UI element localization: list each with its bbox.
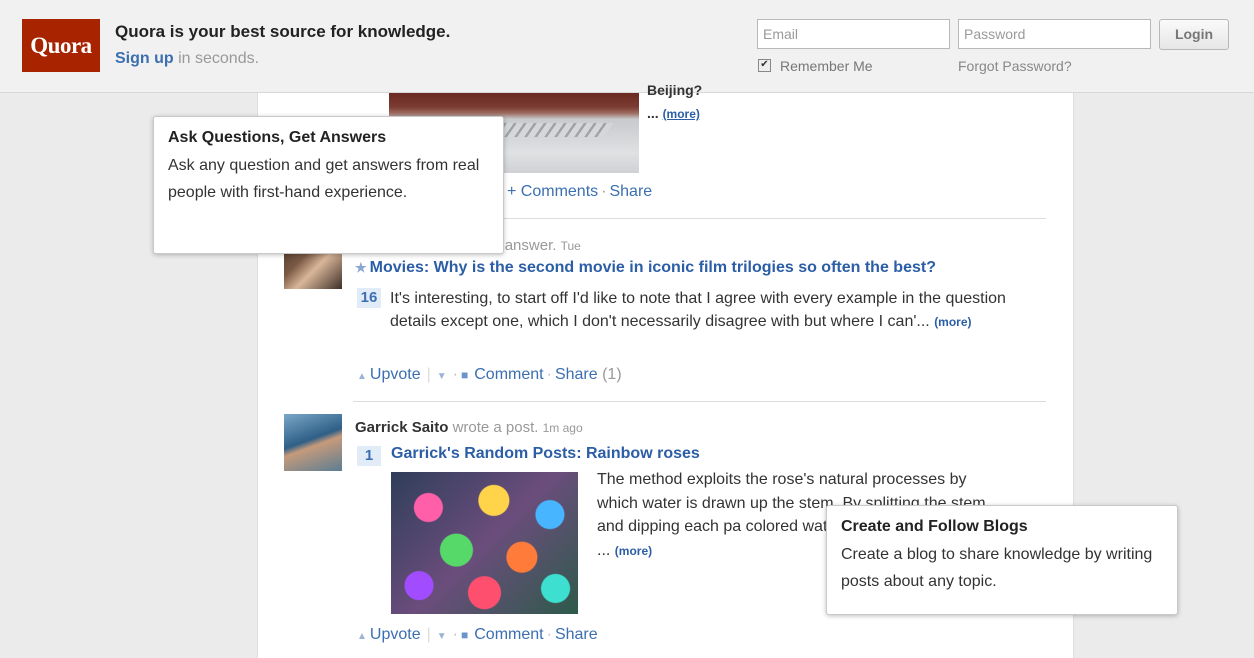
- item0-more: ... (more): [647, 105, 700, 121]
- header-bar: Quora Quora is your best source for know…: [0, 0, 1254, 93]
- vote-count: 16: [357, 288, 381, 308]
- comment-icon: ■: [461, 628, 469, 642]
- comment-button[interactable]: Comment: [474, 366, 543, 383]
- comment-button[interactable]: Comment: [474, 626, 543, 643]
- tooltip-body: Create a blog to share knowledge by writ…: [841, 546, 1153, 590]
- signup-link[interactable]: Sign up: [115, 50, 174, 67]
- share-button[interactable]: Share: [555, 366, 598, 383]
- email-input[interactable]: [757, 19, 950, 49]
- more-link[interactable]: (more): [615, 544, 652, 558]
- downvote-icon[interactable]: ▼: [437, 371, 447, 382]
- question-link[interactable]: ★ Movies: Why is the second movie in icon…: [355, 259, 936, 277]
- tagline: Quora is your best source for knowledge.: [115, 22, 451, 41]
- share-count: (1): [602, 366, 622, 383]
- item0-actions: + Comments · Share: [507, 183, 653, 200]
- author-name[interactable]: Garrick Saito: [355, 419, 448, 436]
- item2-actions: ▲ Upvote | ▼ · ■ Comment · Share: [357, 626, 598, 643]
- post-title-link[interactable]: Garrick's Random Posts: Rainbow roses: [391, 445, 700, 463]
- login-button[interactable]: Login: [1159, 19, 1229, 50]
- more-link[interactable]: (more): [934, 315, 971, 329]
- answer-text: It's interesting, to start off I'd like …: [390, 287, 1010, 334]
- activity-text: wrote a post.: [452, 419, 539, 436]
- item0-ellipsis: ...: [647, 105, 659, 121]
- upvote-button[interactable]: Upvote: [370, 626, 421, 643]
- tooltip-create-blogs: Create and Follow Blogs Create a blog to…: [826, 505, 1178, 615]
- activity-time: Tue: [560, 239, 581, 253]
- signup-suffix: in seconds.: [173, 50, 260, 67]
- activity-time: 1m ago: [542, 421, 583, 435]
- tooltip-title: Create and Follow Blogs: [841, 518, 1028, 535]
- tooltip-title: Ask Questions, Get Answers: [168, 129, 387, 146]
- item0-title-fragment: Beijing?: [647, 82, 703, 98]
- item1-actions: ▲ Upvote | ▼ · ■ Comment · Share (1): [357, 366, 622, 383]
- tooltip-ask-questions: Ask Questions, Get Answers Ask any quest…: [153, 116, 504, 254]
- remember-checkbox[interactable]: ✔: [758, 58, 771, 72]
- share-link[interactable]: Share: [609, 183, 652, 200]
- quora-logo[interactable]: Quora: [22, 19, 100, 72]
- item0-snippet: Beijing?: [647, 82, 702, 98]
- downvote-icon[interactable]: ▼: [437, 631, 447, 642]
- upvote-icon[interactable]: ▲: [357, 631, 367, 642]
- vote-count: 1: [357, 446, 381, 466]
- password-input[interactable]: [958, 19, 1151, 49]
- remember-me[interactable]: ✔ Remember Me: [758, 58, 873, 74]
- answer-body: It's interesting, to start off I'd like …: [390, 290, 1006, 330]
- share-button[interactable]: Share: [555, 626, 598, 643]
- comment-icon: ■: [461, 368, 469, 382]
- divider: [353, 401, 1046, 402]
- more-link[interactable]: (more): [663, 107, 700, 121]
- tooltip-body: Ask any question and get answers from re…: [168, 157, 480, 201]
- upvote-icon[interactable]: ▲: [357, 371, 367, 382]
- question-title[interactable]: Movies: Why is the second movie in iconi…: [370, 259, 936, 276]
- remember-label: Remember Me: [780, 58, 873, 74]
- rainbow-roses-image[interactable]: [391, 472, 578, 614]
- star-icon: ★: [355, 260, 367, 275]
- signup-line: Sign up in seconds.: [115, 50, 259, 68]
- comments-link[interactable]: + Comments: [507, 183, 598, 200]
- upvote-button[interactable]: Upvote: [370, 366, 421, 383]
- avatar[interactable]: [284, 414, 342, 471]
- forgot-password-link[interactable]: Forgot Password?: [958, 58, 1072, 74]
- item2-activity: Garrick Saito wrote a post. 1m ago: [355, 419, 583, 436]
